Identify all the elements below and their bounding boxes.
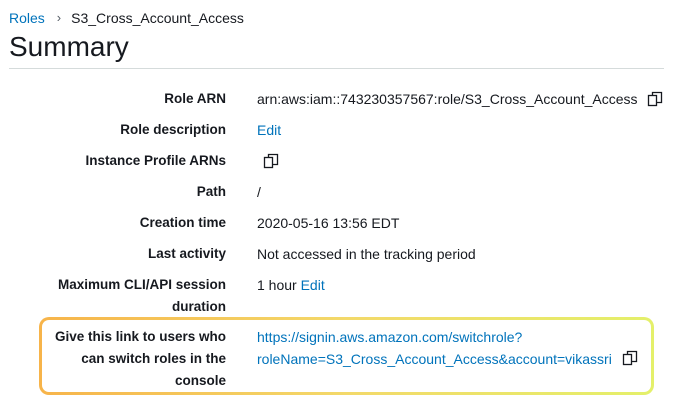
switch-role-label-line-1: Give this link to users who xyxy=(54,329,226,344)
switch-role-url-line-2[interactable]: roleName=S3_Cross_Account_Access&account… xyxy=(257,348,612,370)
breadcrumb-roles-link[interactable]: Roles xyxy=(9,9,45,27)
role-summary-page: Roles › S3_Cross_Account_Access Summary … xyxy=(0,0,691,400)
max-session-value: 1 hour xyxy=(257,277,297,293)
max-session-label-line-1: Maximum CLI/API session xyxy=(57,277,226,292)
max-session-label-line-2: duration xyxy=(172,299,226,314)
creation-time-label: Creation time xyxy=(139,215,226,230)
instance-profile-arns-label: Instance Profile ARNs xyxy=(85,153,226,168)
path-label: Path xyxy=(196,184,226,199)
role-description-label: Role description xyxy=(120,122,226,137)
switch-role-label: Give this link to users who can switch r… xyxy=(26,326,226,392)
role-arn-label: Role ARN xyxy=(164,91,226,106)
path-value: / xyxy=(257,184,261,200)
switch-role-label-line-3: console xyxy=(174,373,226,388)
breadcrumb: Roles › S3_Cross_Account_Access xyxy=(9,9,244,27)
last-activity-value: Not accessed in the tracking period xyxy=(257,246,476,262)
breadcrumb-current-role: S3_Cross_Account_Access xyxy=(71,10,244,26)
last-activity-label: Last activity xyxy=(147,246,226,261)
switch-role-url-line-1[interactable]: https://signin.aws.amazon.com/switchrole… xyxy=(257,326,612,348)
switch-role-label-line-2: can switch roles in the xyxy=(81,351,226,366)
max-session-duration-label: Maximum CLI/API session duration xyxy=(26,274,226,318)
role-description-edit-link[interactable]: Edit xyxy=(257,119,281,141)
breadcrumb-separator-icon: › xyxy=(56,10,62,25)
page-title: Summary xyxy=(9,31,129,62)
instance-profile-copy-icon[interactable] xyxy=(263,153,279,169)
role-arn-value: arn:aws:iam::743230357567:role/S3_Cross_… xyxy=(257,91,638,107)
switch-role-copy-icon[interactable] xyxy=(622,350,638,366)
role-arn-copy-icon[interactable] xyxy=(647,91,663,107)
max-session-edit-link[interactable]: Edit xyxy=(301,277,325,293)
title-divider xyxy=(9,68,664,69)
creation-time-value: 2020-05-16 13:56 EDT xyxy=(257,215,400,231)
switch-role-url-link[interactable]: https://signin.aws.amazon.com/switchrole… xyxy=(257,326,612,370)
max-session-value-group: 1 hour Edit xyxy=(257,274,325,296)
